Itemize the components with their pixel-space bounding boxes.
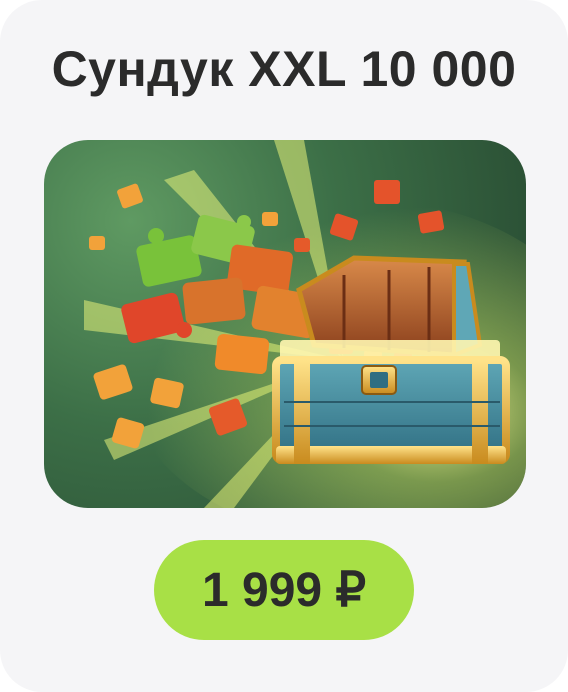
price-button[interactable]: 1 999 ₽	[154, 540, 414, 640]
product-card[interactable]: Сундук XXL 10 000 1 999 ₽	[0, 0, 568, 692]
treasure-chest-icon	[84, 140, 526, 508]
product-title: Сундук XXL 10 000	[51, 41, 517, 97]
product-image	[44, 140, 526, 508]
